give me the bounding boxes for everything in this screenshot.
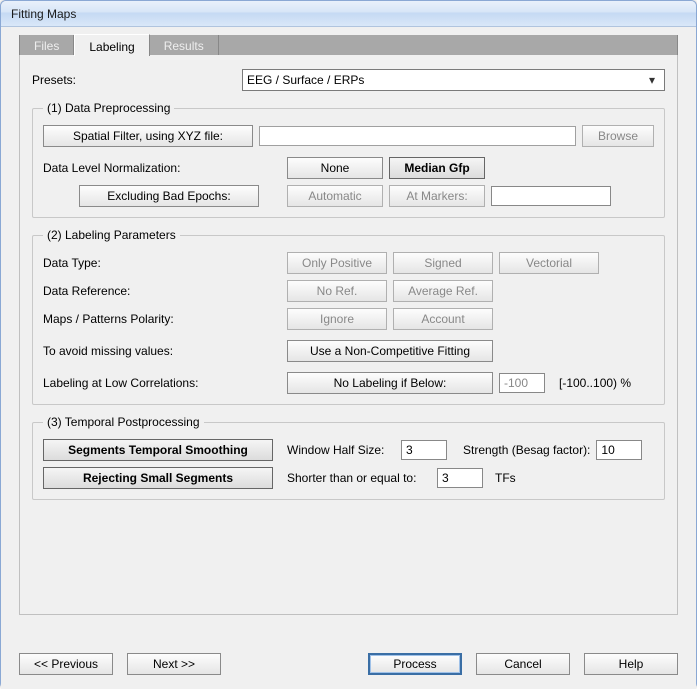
low-corr-value-input[interactable] [499,373,545,393]
presets-value: EEG / Surface / ERPs [247,73,364,87]
strength-label: Strength (Besag factor): [463,443,590,457]
window-half-size-label: Window Half Size: [287,443,395,457]
presets-dropdown[interactable]: EEG / Surface / ERPs ▾ [242,69,665,91]
polarity-account-button[interactable]: Account [393,308,493,330]
data-type-label: Data Type: [43,256,287,270]
tab-labeling[interactable]: Labeling [74,34,149,56]
bad-epochs-at-markers-button[interactable]: At Markers: [389,185,485,207]
tab-files[interactable]: Files [20,35,74,55]
section-temporal-postprocessing: (3) Temporal Postprocessing Segments Tem… [32,415,665,500]
section2-legend: (2) Labeling Parameters [43,228,180,242]
process-button[interactable]: Process [368,653,462,675]
low-corr-range-text: [-100..100) % [559,376,631,390]
avoid-missing-label: To avoid missing values: [43,344,287,358]
excluding-bad-epochs-button[interactable]: Excluding Bad Epochs: [79,185,259,207]
data-reference-label: Data Reference: [43,284,287,298]
previous-button[interactable]: << Previous [19,653,113,675]
no-ref-button[interactable]: No Ref. [287,280,387,302]
vectorial-button[interactable]: Vectorial [499,252,599,274]
avg-ref-button[interactable]: Average Ref. [393,280,493,302]
norm-label: Data Level Normalization: [43,161,287,175]
next-button[interactable]: Next >> [127,653,221,675]
section-labeling-parameters: (2) Labeling Parameters Data Type: Only … [32,228,665,405]
titlebar[interactable]: Fitting Maps [1,1,696,27]
spatial-filter-button[interactable]: Spatial Filter, using XYZ file: [43,125,253,147]
only-positive-button[interactable]: Only Positive [287,252,387,274]
help-button[interactable]: Help [584,653,678,675]
low-corr-label: Labeling at Low Correlations: [43,376,287,390]
polarity-label: Maps / Patterns Polarity: [43,312,287,326]
footer-buttons: << Previous Next >> Process Cancel Help [19,653,678,675]
tab-results[interactable]: Results [150,35,219,55]
dropdown-arrow-icon: ▾ [644,73,660,87]
spatial-filter-path-field[interactable] [259,126,576,146]
polarity-ignore-button[interactable]: Ignore [287,308,387,330]
signed-button[interactable]: Signed [393,252,493,274]
norm-none-button[interactable]: None [287,157,383,179]
tab-panel: Presets: EEG / Surface / ERPs ▾ (1) Data… [19,55,678,615]
tabstrip: Files Labeling Results [19,35,678,55]
cancel-button[interactable]: Cancel [476,653,570,675]
rejecting-small-segments-button[interactable]: Rejecting Small Segments [43,467,273,489]
shorter-than-input[interactable] [437,468,483,488]
section3-legend: (3) Temporal Postprocessing [43,415,204,429]
bad-epochs-markers-input[interactable] [491,186,611,206]
no-labeling-below-button[interactable]: No Labeling if Below: [287,372,493,394]
bad-epochs-automatic-button[interactable]: Automatic [287,185,383,207]
norm-median-gfp-button[interactable]: Median Gfp [389,157,485,179]
client-area: Files Labeling Results Presets: EEG / Su… [1,27,696,689]
strength-input[interactable] [596,440,642,460]
window-title: Fitting Maps [11,7,76,21]
tfs-label: TFs [495,471,516,485]
presets-label: Presets: [32,73,242,87]
window-frame: Fitting Maps Files Labeling Results Pres… [0,0,697,689]
shorter-than-label: Shorter than or equal to: [287,471,431,485]
segments-temporal-smoothing-button[interactable]: Segments Temporal Smoothing [43,439,273,461]
section1-legend: (1) Data Preprocessing [43,101,174,115]
noncompetitive-fitting-button[interactable]: Use a Non-Competitive Fitting [287,340,493,362]
browse-button[interactable]: Browse [582,125,654,147]
section-data-preprocessing: (1) Data Preprocessing Spatial Filter, u… [32,101,665,218]
window-half-size-input[interactable] [401,440,447,460]
